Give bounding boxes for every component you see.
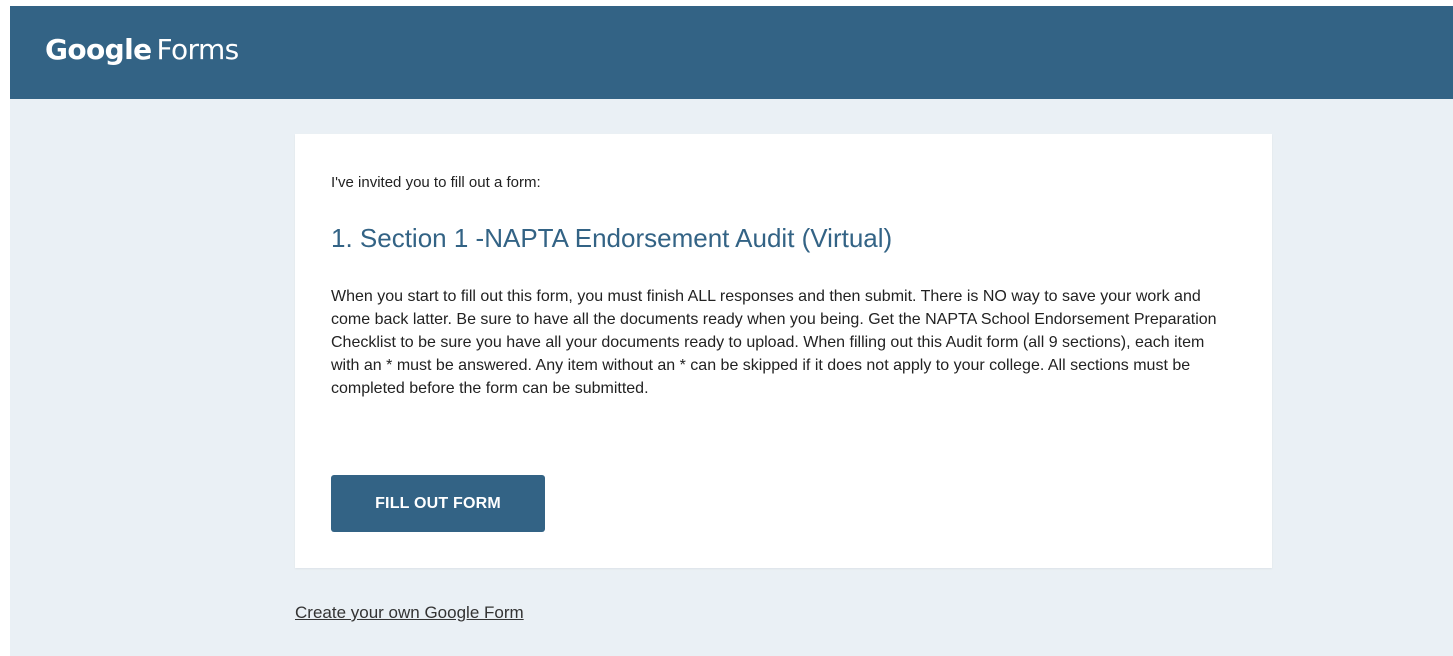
logo-forms-text: Forms (156, 33, 240, 66)
form-title: 1. Section 1 -NAPTA Endorsement Audit (V… (331, 223, 893, 253)
invitation-card: I've invited you to fill out a form: 1. … (295, 134, 1272, 568)
logo-google-text: Google (45, 33, 152, 66)
fill-out-form-button[interactable]: FILL OUT FORM (331, 475, 545, 532)
create-own-form-link[interactable]: Create your own Google Form (295, 603, 524, 623)
google-forms-logo: Google Forms (45, 32, 239, 68)
page-background: Google Forms I've invited you to fill out… (10, 6, 1453, 656)
invitation-intro: I've invited you to fill out a form: (331, 174, 541, 191)
form-description: When you start to fill out this form, yo… (331, 288, 1217, 397)
header-bar: Google Forms (10, 6, 1453, 99)
